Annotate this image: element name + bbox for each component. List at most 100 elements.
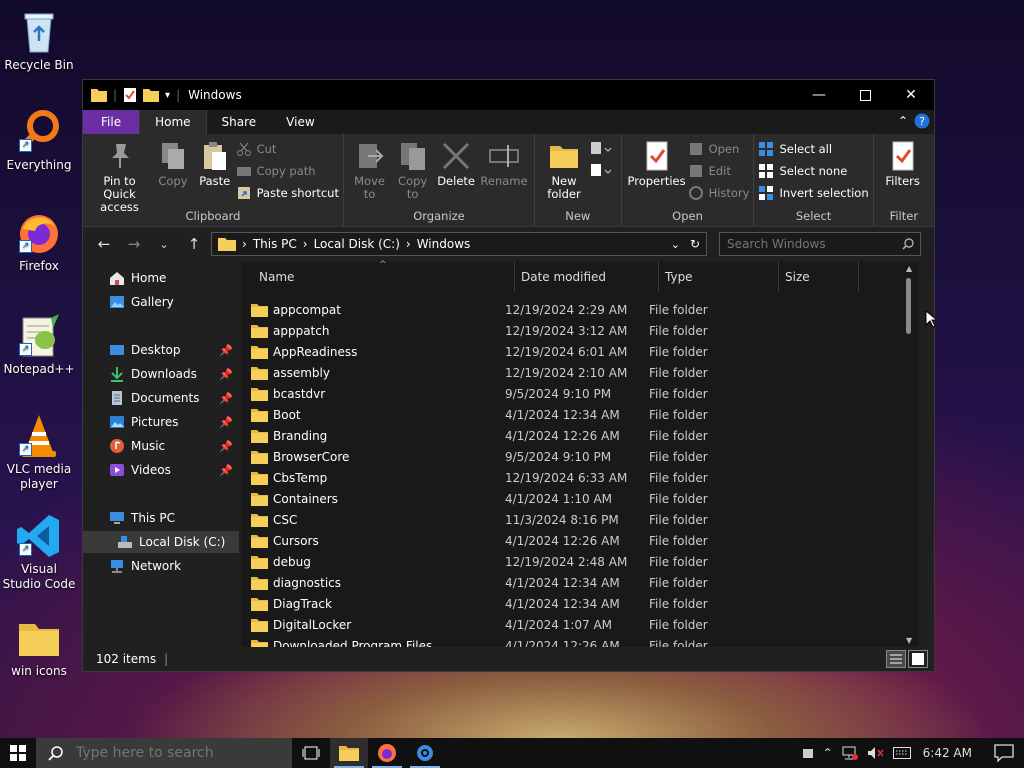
taskbar-search-box[interactable] — [36, 738, 292, 768]
taskbar-search-input[interactable] — [74, 744, 288, 762]
details-view-icon[interactable] — [886, 650, 906, 668]
nav-item-local-disk[interactable]: Local Disk (C:) — [83, 531, 239, 553]
close-icon[interactable]: ✕ — [888, 80, 934, 110]
address-dropdown-chevron-icon[interactable]: ⌄ — [671, 238, 680, 251]
cut-button[interactable]: Cut — [236, 140, 339, 158]
scroll-thumb[interactable] — [906, 278, 911, 334]
table-row[interactable]: AppReadiness 12/19/2024 6:01 AM File folde… — [251, 341, 769, 362]
address-bar[interactable]: › This PC › Local Disk (C:) › Windows ⌄ … — [211, 232, 707, 256]
large-icons-view-icon[interactable] — [908, 650, 928, 668]
tab-view[interactable]: View — [271, 110, 329, 134]
breadcrumb-windows[interactable]: Windows — [417, 237, 471, 251]
notification-center-icon[interactable] — [994, 744, 1014, 762]
new-folder-icon[interactable] — [143, 88, 160, 102]
tray-app-icon[interactable] — [801, 746, 815, 760]
customize-qa-dropdown-icon[interactable]: ▾ — [165, 90, 170, 101]
invert-selection-button[interactable]: Invert selection — [758, 184, 869, 202]
collapse-ribbon-icon[interactable]: ⌃ — [898, 114, 908, 128]
open-button[interactable]: Open — [688, 140, 750, 158]
pin-icon[interactable]: 📌 — [219, 464, 233, 477]
desktop-icon-win-icons[interactable]: win icons — [2, 614, 76, 679]
properties-icon[interactable] — [123, 87, 137, 103]
tab-home[interactable]: Home — [139, 110, 207, 134]
table-row[interactable]: BrowserCore 9/5/2024 9:10 PM File folder — [251, 446, 769, 467]
nav-item-desktop[interactable]: Desktop 📌 — [83, 339, 239, 361]
start-button[interactable] — [0, 738, 36, 768]
paste-shortcut-button[interactable]: Paste shortcut — [236, 184, 339, 202]
search-box[interactable] — [719, 232, 921, 256]
maximize-icon[interactable] — [842, 80, 888, 110]
table-row[interactable]: Cursors 4/1/2024 12:26 AM File folder — [251, 530, 769, 551]
pin-icon[interactable]: 📌 — [219, 368, 233, 381]
breadcrumb-local-disk[interactable]: Local Disk (C:) — [314, 237, 400, 251]
clock[interactable]: 6:42 AM — [923, 746, 972, 760]
table-row[interactable]: DigitalLocker 4/1/2024 1:07 AM File folder — [251, 614, 769, 635]
volume-muted-icon[interactable] — [867, 746, 885, 760]
nav-item-home[interactable]: Home — [83, 267, 239, 289]
taskbar-firefox-icon[interactable] — [368, 738, 406, 768]
recent-locations-chevron-icon[interactable]: ⌄ — [149, 238, 179, 251]
search-input[interactable] — [720, 236, 901, 252]
table-row[interactable]: assembly 12/19/2024 2:10 AM File folder — [251, 362, 769, 383]
task-view-icon[interactable] — [292, 738, 330, 768]
table-row[interactable]: Containers 4/1/2024 1:10 AM File folder — [251, 488, 769, 509]
desktop-icon-vscode[interactable]: ↗ Visual Studio Code — [2, 512, 76, 592]
pin-icon[interactable]: 📌 — [219, 344, 233, 357]
table-row[interactable]: appcompat 12/19/2024 2:29 AM File folder — [251, 299, 769, 320]
title-bar[interactable]: | ▾ | Windows — ✕ — [83, 80, 934, 110]
table-row[interactable]: DiagTrack 4/1/2024 12:34 AM File folder — [251, 593, 769, 614]
nav-item-this-pc[interactable]: This PC — [83, 507, 239, 529]
nav-item-gallery[interactable]: Gallery — [83, 291, 239, 313]
column-header-name[interactable]: Name ^ — [241, 260, 515, 292]
up-arrow-icon[interactable]: ↑ — [179, 235, 209, 253]
desktop-icon-recycle-bin[interactable]: Recycle Bin — [2, 8, 76, 73]
table-row[interactable]: CbsTemp 12/19/2024 6:33 AM File folder — [251, 467, 769, 488]
refresh-icon[interactable]: ↻ — [690, 237, 700, 251]
table-row[interactable]: Boot 4/1/2024 12:34 AM File folder — [251, 404, 769, 425]
forward-arrow-icon[interactable]: → — [119, 235, 149, 253]
table-row[interactable]: CSC 11/3/2024 8:16 PM File folder — [251, 509, 769, 530]
tab-file[interactable]: File — [83, 110, 140, 134]
nav-item-pictures[interactable]: Pictures 📌 — [83, 411, 239, 433]
select-none-button[interactable]: Select none — [758, 162, 868, 180]
desktop-icon-notepadpp[interactable]: ↗ Notepad++ — [2, 312, 76, 377]
back-arrow-icon[interactable]: ← — [89, 235, 119, 253]
easy-access-icon[interactable] — [589, 162, 613, 180]
desktop-icon-vlc[interactable]: ↗ VLC media player — [2, 412, 76, 492]
scroll-up-icon[interactable]: ▲ — [906, 264, 912, 273]
table-row[interactable]: apppatch 12/19/2024 3:12 AM File folder — [251, 320, 769, 341]
pin-icon[interactable]: 📌 — [219, 440, 233, 453]
network-disconnected-icon[interactable] — [841, 746, 859, 760]
vertical-scrollbar[interactable]: ▲ ▼ — [902, 262, 919, 647]
copy-path-button[interactable]: Copy path — [236, 162, 339, 180]
keyboard-icon[interactable] — [892, 747, 911, 759]
table-row[interactable]: debug 12/19/2024 2:48 AM File folder — [251, 551, 769, 572]
history-button[interactable]: History — [688, 184, 749, 202]
nav-item-documents[interactable]: Documents 📌 — [83, 387, 239, 409]
column-header-type[interactable]: Type — [659, 262, 779, 292]
nav-item-downloads[interactable]: Downloads 📌 — [83, 363, 239, 385]
edit-button[interactable]: Edit — [688, 162, 750, 180]
taskbar-settings-gear-icon[interactable] — [406, 738, 444, 768]
table-row[interactable]: diagnostics 4/1/2024 12:34 AM File folder — [251, 572, 769, 593]
show-hidden-icons-chevron-icon[interactable]: ⌃ — [823, 746, 833, 760]
new-item-icon[interactable] — [589, 140, 613, 158]
table-row[interactable]: bcastdvr 9/5/2024 9:10 PM File folder — [251, 383, 769, 404]
pin-icon[interactable]: 📌 — [219, 392, 233, 405]
nav-item-network[interactable]: Network — [83, 555, 239, 577]
pin-icon[interactable]: 📌 — [219, 416, 233, 429]
breadcrumb-this-pc[interactable]: This PC — [253, 237, 297, 251]
scroll-down-icon[interactable]: ▼ — [906, 636, 912, 645]
nav-item-videos[interactable]: Videos 📌 — [83, 459, 239, 481]
desktop-icon-everything[interactable]: ↗ Everything — [2, 108, 76, 173]
help-icon[interactable]: ? — [914, 113, 930, 129]
desktop-icon-firefox[interactable]: ↗ Firefox — [2, 209, 76, 274]
minimize-icon[interactable]: — — [796, 80, 842, 110]
column-header-size[interactable]: Size — [779, 262, 859, 292]
tab-share[interactable]: Share — [207, 110, 272, 134]
select-all-button[interactable]: Select all — [758, 140, 868, 158]
nav-item-music[interactable]: Music 📌 — [83, 435, 239, 457]
taskbar-file-explorer-icon[interactable] — [330, 738, 368, 768]
column-header-date[interactable]: Date modified — [515, 262, 659, 292]
table-row[interactable]: Branding 4/1/2024 12:26 AM File folder — [251, 425, 769, 446]
